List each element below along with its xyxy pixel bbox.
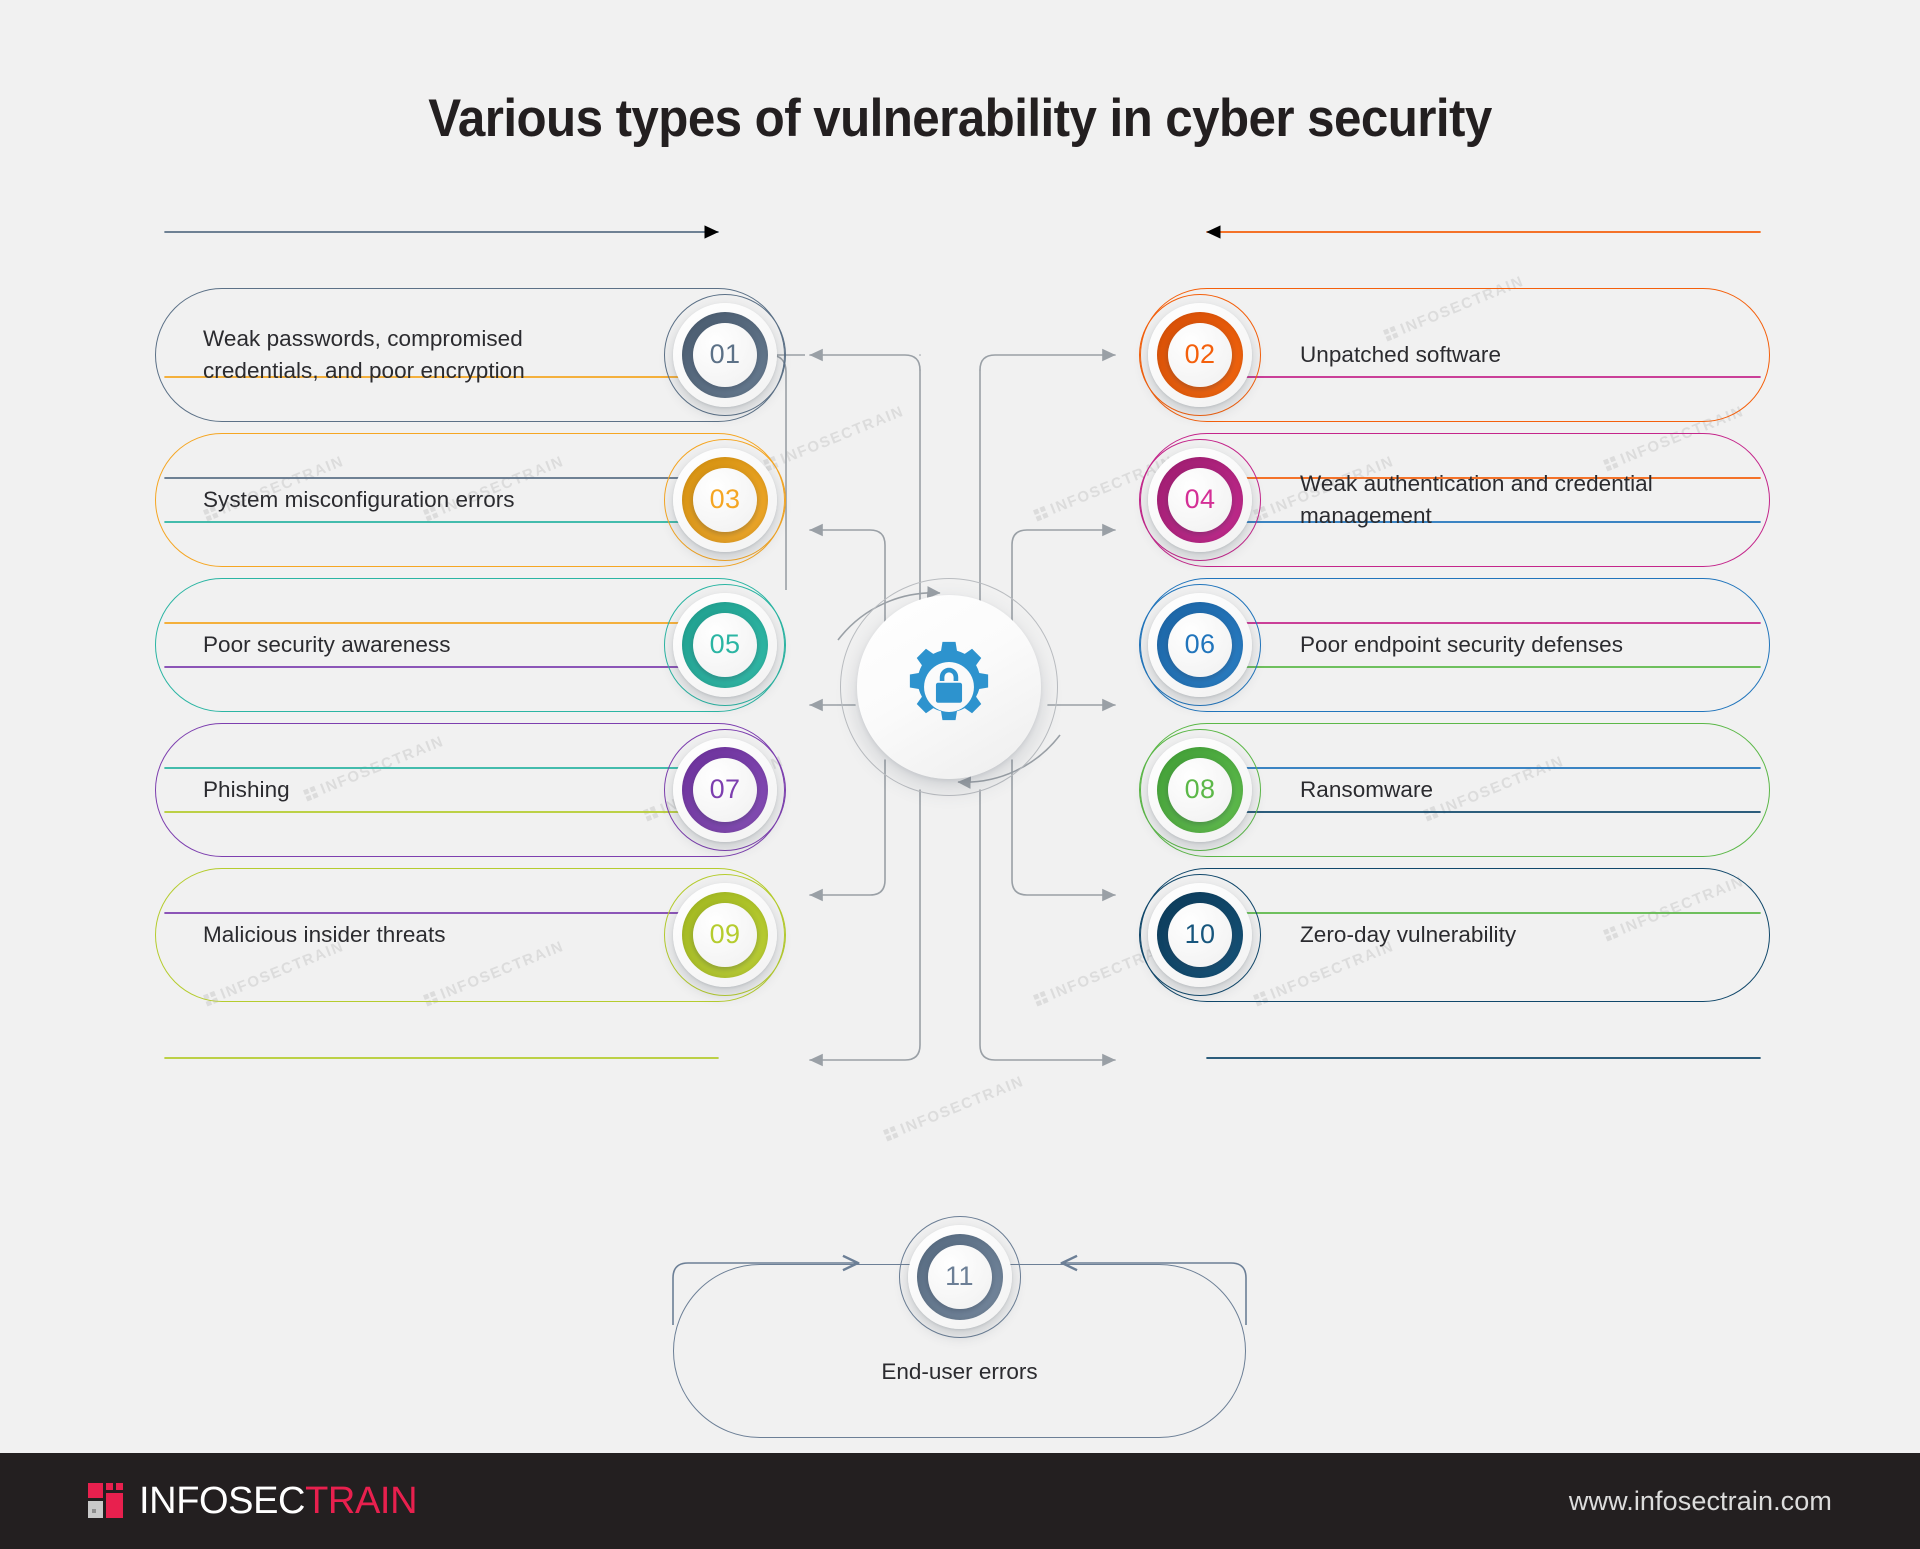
footer-website[interactable]: www.infosectrain.com (1569, 1486, 1832, 1517)
badge-inner-disc: 08 (1168, 758, 1232, 822)
card-label-11: End-user errors (881, 1359, 1038, 1384)
card-label-09: Malicious insider threats (203, 922, 446, 948)
badge-number-11: 11 (945, 1260, 974, 1291)
card-label-08: Ransomware (1300, 777, 1434, 803)
badge-10[interactable]: 10 (1139, 874, 1261, 996)
badge-inner-disc: 02 (1168, 323, 1232, 387)
badge-08[interactable]: 08 (1139, 729, 1261, 851)
badge-number-01: 01 (709, 338, 741, 369)
badge-number-10: 10 (1184, 918, 1216, 949)
row-06: Poor endpoint security defenses 06 (1139, 578, 1770, 712)
page-title: Various types of vulnerability in cyber … (428, 89, 1492, 148)
badge-inner-disc: 06 (1168, 613, 1232, 677)
row-07: Phishing 07 (155, 723, 786, 857)
hub-plate (857, 595, 1041, 779)
card-label-04: Weak authentication and credential manag… (1300, 471, 1653, 528)
row-05: Poor security awareness 05 (155, 578, 786, 712)
badge-number-07: 07 (709, 773, 741, 804)
badge-inner-disc: 04 (1168, 468, 1232, 532)
row-01: Weak passwords, compromised credentials,… (155, 288, 786, 422)
row-10: Zero-day vulnerability 10 (1139, 868, 1770, 1002)
watermark: INFOSECTRAIN (882, 1073, 1026, 1144)
badge-04[interactable]: 04 (1139, 439, 1261, 561)
brand-wordmark: INFOSECTRAIN (139, 1480, 418, 1522)
badge-02[interactable]: 02 (1139, 294, 1261, 416)
central-hub[interactable] (840, 578, 1058, 796)
badge-inner-disc: 07 (693, 758, 757, 822)
badge-inner-disc: 03 (693, 468, 757, 532)
gear-lock-icon (909, 641, 989, 721)
badge-number-09: 09 (709, 918, 741, 949)
row-09: Malicious insider threats 09 (155, 868, 786, 1002)
brand-logo[interactable]: INFOSECTRAIN (88, 1480, 418, 1522)
badge-number-08: 08 (1184, 773, 1216, 804)
infosectrain-mark-icon (88, 1483, 123, 1518)
badge-inner-disc: 09 (693, 903, 757, 967)
row-02: Unpatched software 02 (1139, 288, 1770, 422)
badge-05[interactable]: 05 (664, 584, 786, 706)
badge-number-06: 06 (1184, 628, 1216, 659)
badge-number-03: 03 (709, 483, 741, 514)
badge-number-02: 02 (1184, 338, 1216, 369)
badge-11[interactable]: 11 (898, 1216, 1021, 1338)
badge-inner-disc: 11 (927, 1245, 992, 1309)
row-end-user-errors: End-user errors 11 (673, 1216, 1246, 1438)
badge-number-05: 05 (709, 628, 741, 659)
card-label-01: Weak passwords, compromised credentials,… (203, 326, 525, 383)
infographic-canvas: Various types of vulnerability in cyber … (0, 0, 1920, 1549)
badge-06[interactable]: 06 (1139, 584, 1261, 706)
badge-09[interactable]: 09 (664, 874, 786, 996)
card-label-10: Zero-day vulnerability (1300, 922, 1517, 948)
row-03: System misconfiguration errors 03 (155, 433, 786, 567)
brand-secondary: TRAIN (305, 1480, 418, 1522)
row-08: Ransomware 08 (1139, 723, 1770, 857)
brand-primary: INFOSEC (139, 1480, 306, 1522)
card-label-05: Poor security awareness (203, 632, 451, 658)
badge-inner-disc: 05 (693, 613, 757, 677)
badge-inner-disc: 01 (693, 323, 757, 387)
card-label-03: System misconfiguration errors (203, 487, 515, 513)
badge-inner-disc: 10 (1168, 903, 1232, 967)
badge-03[interactable]: 03 (664, 439, 786, 561)
badge-01[interactable]: 01 (664, 294, 786, 416)
card-label-02: Unpatched software (1300, 342, 1502, 368)
card-label-06: Poor endpoint security defenses (1300, 632, 1623, 658)
card-label-07: Phishing (203, 777, 290, 803)
footer-bar: INFOSECTRAIN www.infosectrain.com (0, 1453, 1920, 1549)
row-04: Weak authentication and credential manag… (1139, 433, 1770, 567)
badge-07[interactable]: 07 (664, 729, 786, 851)
badge-number-04: 04 (1184, 483, 1216, 514)
